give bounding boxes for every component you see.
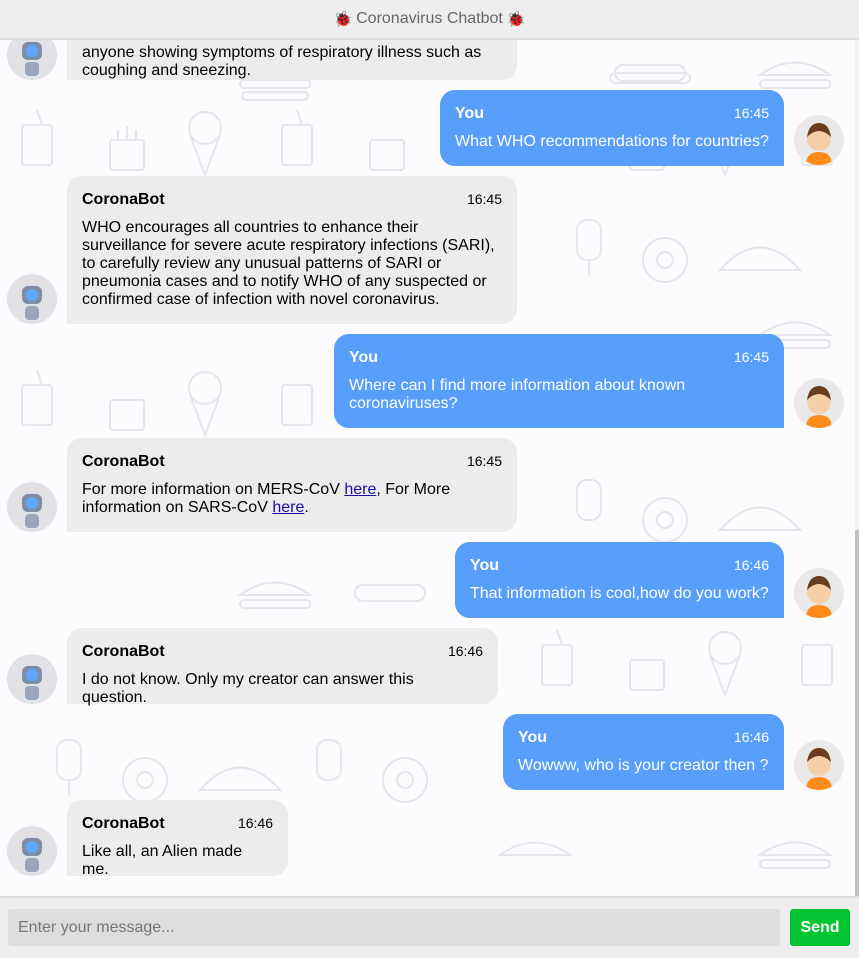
message-text: anyone showing symptoms of respiratory i… <box>82 44 482 79</box>
message-text: That information is cool,how do you work… <box>470 585 769 602</box>
user-message-bubble: You 16:45 Where can I find more informati… <box>334 334 784 428</box>
message-text: What WHO recommendations for countries? <box>455 133 769 150</box>
sars-link[interactable]: here <box>272 499 304 516</box>
send-button[interactable]: Send <box>790 909 850 946</box>
sender-name: You <box>518 729 548 746</box>
sender-name: You <box>470 557 500 574</box>
user-message-bubble: You 16:45 What WHO recommendations for co… <box>440 90 784 166</box>
message-text: Like all, an Alien made me. <box>82 843 243 878</box>
message-time: 16:45 <box>733 349 769 365</box>
sender-name: You <box>349 349 379 366</box>
message-input-bar: Send <box>0 896 859 958</box>
text-segment: . <box>304 499 309 516</box>
sender-name: You <box>455 105 485 122</box>
message-text: Wowww, who is your creator then ? <box>518 757 769 774</box>
message-time: 16:46 <box>447 643 483 659</box>
sender-name: CoronaBot <box>82 643 165 660</box>
message-time: 16:45 <box>733 105 769 121</box>
user-avatar <box>794 378 844 428</box>
chat-area[interactable]: anyone showing symptoms of respiratory i… <box>0 40 859 896</box>
chat-header: 🐞 Coronavirus Chatbot 🐞 <box>0 0 859 40</box>
bot-message-bubble: anyone showing symptoms of respiratory i… <box>67 40 517 80</box>
bot-message-bubble: CoronaBot 16:45 For more information on M… <box>67 438 517 532</box>
bot-avatar <box>7 826 57 876</box>
user-avatar <box>794 740 844 790</box>
message-text: WHO encourages all countries to enhance … <box>82 219 495 308</box>
message-time: 16:45 <box>466 453 502 469</box>
text-segment: For more information on MERS-CoV <box>82 481 345 498</box>
bot-message-bubble: CoronaBot 16:46 I do not know. Only my cr… <box>67 628 498 706</box>
message-time: 16:46 <box>733 729 769 745</box>
message-text: I do not know. Only my creator can answe… <box>82 671 414 706</box>
bot-avatar <box>7 654 57 704</box>
message-time: 16:46 <box>237 815 273 831</box>
bot-avatar <box>7 40 57 80</box>
bot-message-bubble: CoronaBot 16:45 WHO encourages all countr… <box>67 176 517 324</box>
message-time: 16:46 <box>733 557 769 573</box>
bot-avatar <box>7 274 57 324</box>
bug-icon: 🐞 <box>333 11 353 28</box>
user-message-bubble: You 16:46 That information is cool,how do… <box>455 542 784 618</box>
user-avatar <box>794 115 844 165</box>
user-message-bubble: You 16:46 Wowww, who is your creator then… <box>503 714 784 790</box>
bot-message-bubble: CoronaBot 16:46 Like all, an Alien made m… <box>67 800 288 878</box>
message-time: 16:45 <box>466 191 502 207</box>
sender-name: CoronaBot <box>82 815 165 832</box>
bug-icon: 🐞 <box>506 11 526 28</box>
chat-scrollbar[interactable] <box>855 40 859 896</box>
sender-name: CoronaBot <box>82 191 165 208</box>
user-avatar <box>794 568 844 618</box>
message-text: Where can I find more information about … <box>349 377 686 412</box>
message-text: For more information on MERS-CoV here, F… <box>82 481 502 517</box>
scrollbar-thumb[interactable] <box>855 530 859 896</box>
sender-name: CoronaBot <box>82 453 165 470</box>
mers-link[interactable]: here <box>344 481 376 498</box>
bot-avatar <box>7 482 57 532</box>
chat-title: Coronavirus Chatbot <box>356 10 503 27</box>
message-input[interactable] <box>8 909 780 946</box>
